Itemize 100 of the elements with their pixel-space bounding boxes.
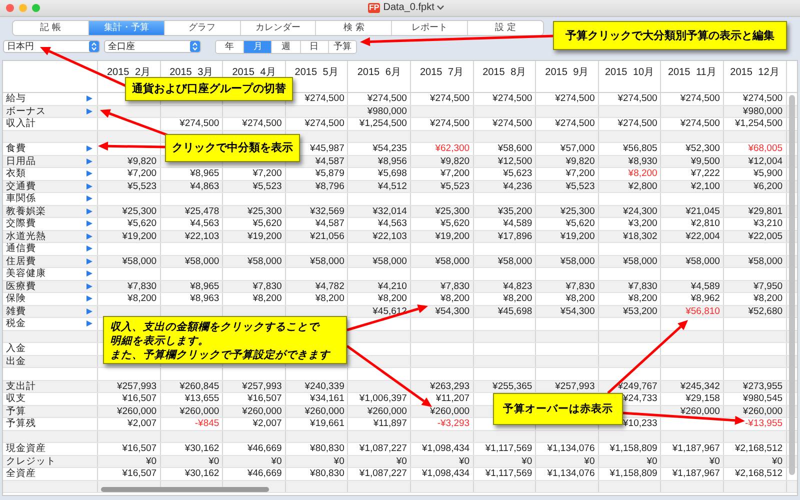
disclosure-triangle-icon[interactable] — [86, 282, 93, 290]
amount-cell[interactable]: ¥260,845 — [180, 380, 220, 392]
amount-cell[interactable]: ¥6,200 — [753, 180, 783, 192]
amount-cell[interactable]: ¥260,000 — [367, 406, 407, 417]
amount-cell[interactable]: ¥3,210 — [753, 218, 783, 230]
amount-cell[interactable]: ¥30,162 — [184, 443, 220, 454]
amount-cell[interactable]: ¥1,254,500 — [359, 118, 407, 130]
period-tab[interactable]: 年 — [216, 40, 244, 52]
amount-cell[interactable]: ¥68,005 — [748, 143, 783, 154]
amount-cell[interactable]: ¥11,897 — [373, 418, 407, 430]
amount-cell[interactable]: ¥9,820 — [440, 156, 470, 167]
amount-cell[interactable]: ¥240,339 — [304, 380, 344, 392]
account-select[interactable]: 全口座 — [104, 40, 201, 53]
amount-cell[interactable]: ¥46,669 — [247, 468, 282, 480]
amount-cell[interactable]: ¥8,965 — [190, 280, 220, 292]
amount-cell[interactable]: ¥5,900 — [753, 168, 783, 180]
amount-cell[interactable]: ¥1,098,434 — [422, 468, 470, 480]
amount-cell[interactable]: ¥11,207 — [436, 393, 470, 404]
amount-cell[interactable]: ¥0 — [646, 456, 658, 467]
amount-cell[interactable]: ¥980,000 — [367, 106, 407, 117]
amount-cell[interactable]: ¥8,963 — [190, 293, 220, 304]
disclosure-triangle-icon[interactable] — [86, 108, 93, 115]
amount-cell[interactable]: ¥58,000 — [623, 256, 658, 267]
amount-cell[interactable]: ¥7,830 — [628, 280, 658, 292]
amount-cell[interactable]: ¥5,523 — [252, 180, 282, 192]
amount-cell[interactable]: ¥5,879 — [315, 168, 344, 180]
amount-cell[interactable]: ¥1,117,569 — [485, 468, 532, 480]
amount-cell[interactable]: ¥1,087,227 — [359, 443, 407, 454]
amount-cell[interactable]: ¥19,200 — [435, 230, 470, 242]
amount-cell[interactable]: ¥22,004 — [686, 230, 720, 242]
disclosure-triangle-icon[interactable] — [86, 258, 93, 265]
amount-cell[interactable]: ¥7,200 — [440, 168, 470, 180]
amount-cell[interactable]: ¥8,962 — [690, 293, 720, 304]
disclosure-triangle-icon[interactable] — [86, 158, 93, 165]
amount-cell[interactable]: ¥21,045 — [686, 206, 720, 217]
amount-cell[interactable]: ¥29,158 — [686, 393, 720, 404]
amount-cell[interactable]: -¥13,955 — [745, 418, 783, 430]
amount-cell[interactable]: ¥53,200 — [623, 306, 658, 317]
amount-cell[interactable]: ¥25,478 — [184, 206, 220, 217]
amount-cell[interactable]: ¥54,300 — [435, 306, 470, 317]
amount-cell[interactable]: ¥52,300 — [686, 143, 720, 154]
amount-cell[interactable]: ¥58,000 — [498, 256, 532, 267]
vertical-scrollbar[interactable] — [789, 95, 795, 475]
amount-cell[interactable]: ¥0 — [522, 456, 532, 467]
amount-cell[interactable]: ¥2,168,512 — [734, 468, 783, 480]
amount-cell[interactable]: ¥1,087,227 — [359, 468, 407, 480]
amount-cell[interactable]: ¥30,162 — [184, 468, 220, 480]
amount-cell[interactable]: ¥0 — [772, 456, 783, 467]
amount-cell[interactable]: ¥24,733 — [623, 393, 658, 404]
amount-cell[interactable]: ¥52,680 — [748, 306, 783, 317]
amount-cell[interactable]: ¥0 — [458, 456, 470, 467]
disclosure-triangle-icon[interactable] — [86, 170, 93, 178]
amount-cell[interactable]: ¥245,342 — [680, 380, 720, 392]
disclosure-triangle-icon[interactable] — [86, 195, 93, 202]
amount-cell[interactable]: ¥0 — [584, 456, 595, 467]
amount-cell[interactable]: ¥274,500 — [430, 118, 470, 130]
amount-cell[interactable]: ¥5,523 — [566, 180, 595, 192]
amount-cell[interactable]: ¥274,500 — [304, 93, 344, 104]
amount-cell[interactable]: ¥8,200 — [566, 293, 595, 304]
amount-cell[interactable]: ¥0 — [396, 456, 407, 467]
amount-cell[interactable]: ¥4,589 — [503, 218, 532, 230]
amount-cell[interactable]: ¥45,987 — [310, 143, 344, 154]
amount-cell[interactable]: ¥274,500 — [555, 118, 595, 130]
amount-cell[interactable]: ¥58,000 — [122, 256, 157, 267]
amount-cell[interactable]: ¥8,200 — [753, 293, 783, 304]
amount-cell[interactable]: ¥4,563 — [190, 218, 220, 230]
amount-cell[interactable]: ¥35,200 — [498, 206, 532, 217]
disclosure-triangle-icon[interactable] — [86, 320, 93, 328]
amount-cell[interactable]: ¥58,000 — [748, 256, 783, 267]
amount-cell[interactable]: ¥16,507 — [247, 393, 282, 404]
amount-cell[interactable]: ¥58,000 — [184, 256, 220, 267]
amount-cell[interactable]: ¥13,655 — [184, 393, 220, 404]
amount-cell[interactable]: ¥260,000 — [430, 406, 470, 417]
amount-cell[interactable]: ¥8,200 — [628, 293, 658, 304]
amount-cell[interactable]: ¥29,801 — [748, 206, 783, 217]
amount-cell[interactable]: ¥1,117,569 — [485, 443, 532, 454]
amount-cell[interactable]: ¥58,000 — [247, 256, 282, 267]
amount-cell[interactable]: ¥1,158,809 — [610, 443, 658, 454]
amount-cell[interactable]: ¥1,134,076 — [547, 443, 595, 454]
amount-cell[interactable]: ¥8,200 — [128, 293, 157, 304]
amount-cell[interactable]: ¥274,500 — [367, 93, 407, 104]
amount-cell[interactable]: ¥2,800 — [628, 180, 658, 192]
amount-cell[interactable]: ¥12,004 — [748, 156, 783, 167]
amount-cell[interactable]: ¥7,830 — [128, 280, 157, 292]
amount-cell[interactable]: ¥80,830 — [310, 468, 344, 480]
amount-cell[interactable]: ¥17,896 — [498, 230, 532, 242]
amount-cell[interactable]: ¥25,300 — [435, 206, 470, 217]
amount-cell[interactable]: ¥8,200 — [252, 293, 282, 304]
amount-cell[interactable]: ¥9,500 — [690, 156, 720, 167]
amount-cell[interactable]: ¥19,661 — [310, 418, 344, 430]
amount-cell[interactable]: ¥5,623 — [503, 168, 532, 180]
amount-cell[interactable]: ¥3,200 — [628, 218, 658, 230]
amount-cell[interactable]: ¥7,950 — [753, 280, 783, 292]
amount-cell[interactable]: ¥4,563 — [378, 218, 407, 230]
amount-cell[interactable]: ¥1,006,397 — [359, 393, 407, 404]
amount-cell[interactable]: ¥9,820 — [566, 156, 595, 167]
amount-cell[interactable]: ¥249,767 — [618, 380, 658, 392]
amount-cell[interactable]: ¥0 — [709, 456, 720, 467]
amount-cell[interactable]: ¥257,993 — [555, 380, 595, 392]
currency-select[interactable]: 日本円 — [3, 40, 100, 53]
